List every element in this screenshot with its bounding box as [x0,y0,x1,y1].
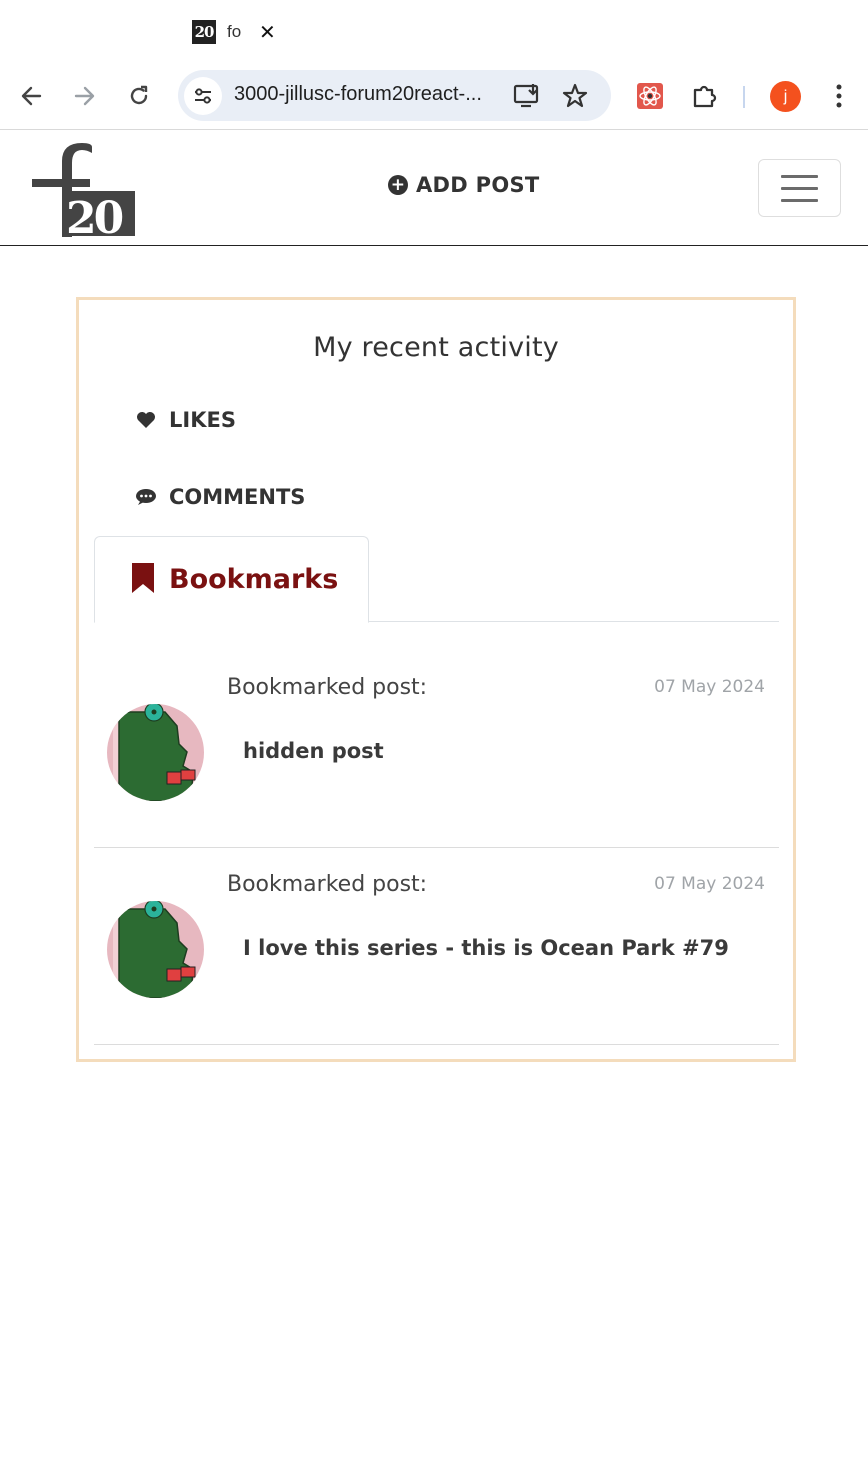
tab-close-icon[interactable]: ✕ [259,20,276,44]
post-date: 07 May 2024 [654,677,765,697]
profile-avatar[interactable]: j [770,81,801,112]
bookmark-star-icon[interactable] [559,80,591,112]
tab-bookmarks[interactable]: Bookmarks [94,536,369,623]
reload-icon[interactable] [119,76,159,116]
comments-link[interactable]: COMMENTS [135,485,305,509]
tab-favicon: 20 [192,20,216,44]
bookmarked-post-item[interactable]: Bookmarked post: 07 May 2024 I love this… [94,848,779,1045]
browser-tab[interactable]: 20 fo ✕ [180,12,276,52]
plus-circle-icon: + [388,175,408,195]
author-avatar[interactable] [107,901,204,998]
card-title: My recent activity [313,332,559,363]
browser-tabstrip: 20 fo ✕ [0,0,868,64]
post-title-link[interactable]: hidden post [243,739,384,763]
url-text[interactable]: 3000-jillusc-forum20react-... [234,83,499,106]
tab-title: fo [227,22,242,41]
bookmarked-post-item[interactable]: Bookmarked post: 07 May 2024 hidden post [94,651,779,848]
hamburger-line [781,198,818,202]
likes-link[interactable]: LIKES [135,408,236,432]
svg-text:20: 20 [66,193,123,237]
install-app-icon[interactable] [511,80,543,112]
site-info-icon[interactable] [184,77,222,115]
post-kind-label: Bookmarked post: [227,675,428,700]
hamburger-menu-button[interactable] [758,159,841,217]
post-date: 07 May 2024 [654,874,765,894]
hamburger-line [781,174,818,178]
author-avatar[interactable] [107,704,204,801]
add-post-label: ADD POST [416,173,540,197]
extensions-puzzle-icon[interactable] [689,80,721,112]
add-post-link[interactable]: + ADD POST [388,173,540,197]
comments-label: COMMENTS [169,485,306,509]
comment-icon [135,488,157,506]
bookmark-icon [131,562,155,598]
tab-bookmarks-label: Bookmarks [169,564,339,595]
forum20-logo[interactable]: 20 [32,141,136,244]
heart-icon [135,411,157,429]
hamburger-line [781,186,818,190]
forward-arrow-icon[interactable] [65,76,105,116]
post-kind-label: Bookmarked post: [227,872,428,897]
address-bar[interactable]: 3000-jillusc-forum20react-... [178,70,611,121]
browser-toolbar: 3000-jillusc-forum20react-... j [0,64,868,130]
likes-label: LIKES [169,408,236,432]
app-navbar: 20 + ADD POST [0,131,868,246]
back-arrow-icon[interactable] [11,76,51,116]
more-menu-icon[interactable] [823,80,855,112]
recent-activity-card: My recent activity LIKES COMMENTS Bookma… [76,297,796,1062]
post-title-link[interactable]: I love this series - this is Ocean Park … [243,936,729,960]
react-devtools-extension-icon[interactable] [634,80,666,112]
toolbar-divider [743,86,745,108]
